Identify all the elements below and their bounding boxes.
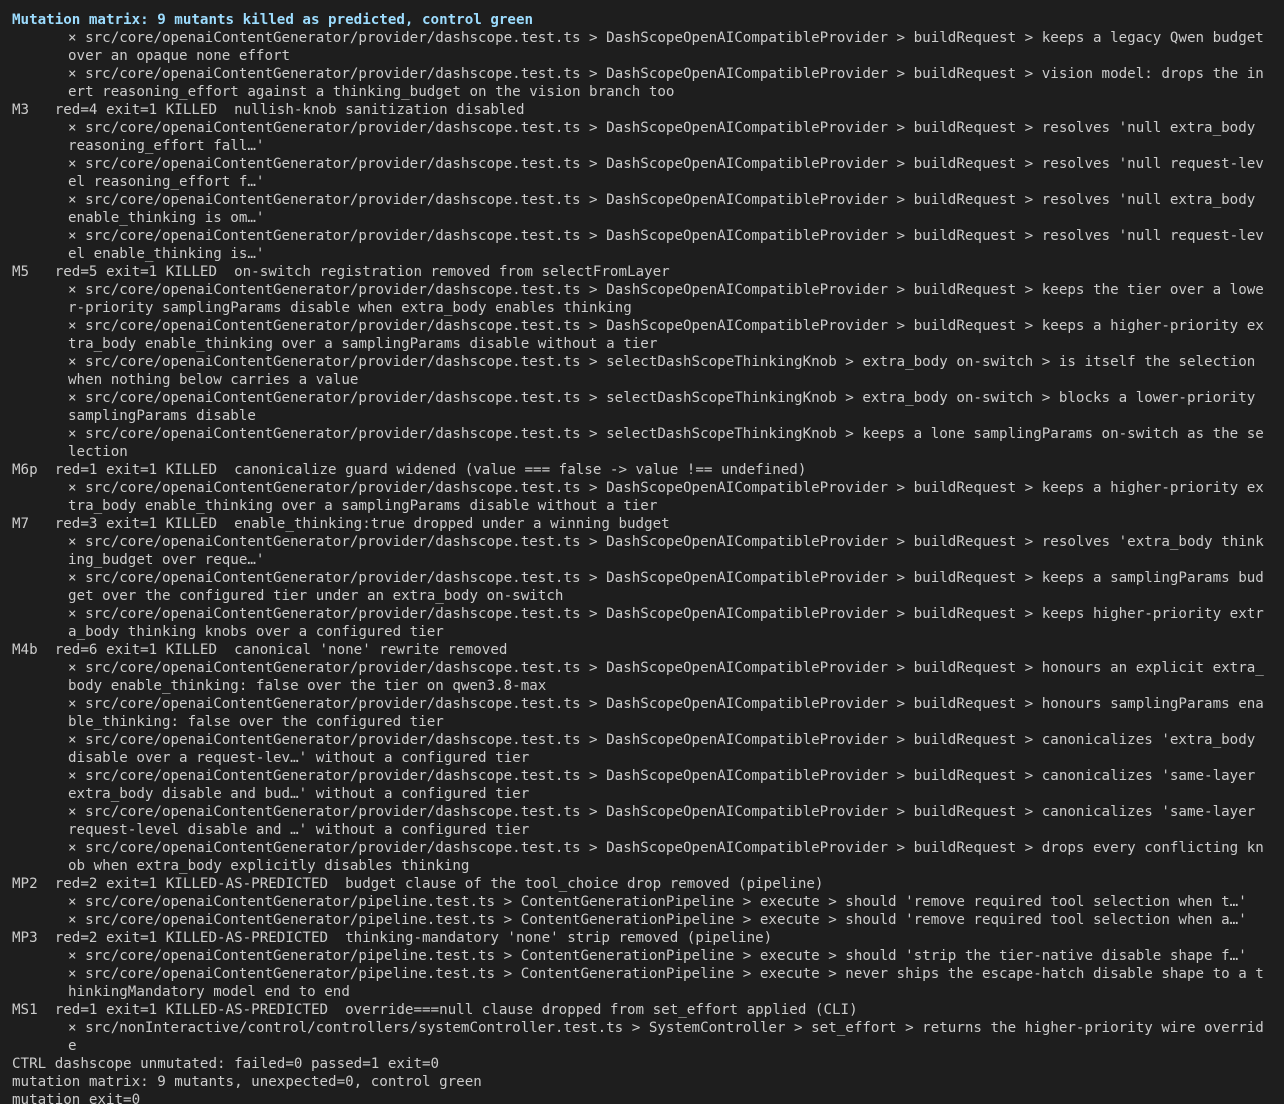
output-heading: Mutation matrix: 9 mutants killed as pre… — [12, 12, 534, 28]
failed-test-line: × src/core/openaiContentGenerator/provid… — [68, 660, 1264, 694]
failed-test-line: × src/core/openaiContentGenerator/pipeli… — [68, 948, 1247, 964]
failed-test-line: × src/core/openaiContentGenerator/provid… — [68, 804, 1264, 838]
summary-line: mutation exit=0 — [12, 1092, 141, 1104]
mutant-result-line: MP3 red=2 exit=1 KILLED-AS-PREDICTED thi… — [12, 930, 773, 946]
failed-test-line: × src/core/openaiContentGenerator/provid… — [68, 30, 1273, 64]
failed-test-line: × src/core/openaiContentGenerator/provid… — [68, 354, 1264, 388]
mutant-result-line: M7 red=3 exit=1 KILLED enable_thinking:t… — [12, 516, 670, 532]
mutant-result-line: M6p red=1 exit=1 KILLED canonicalize gua… — [12, 462, 807, 478]
failed-test-line: × src/core/openaiContentGenerator/provid… — [68, 426, 1264, 460]
failed-test-line: × src/core/openaiContentGenerator/provid… — [68, 66, 1264, 100]
failed-test-line: × src/core/openaiContentGenerator/provid… — [68, 390, 1264, 424]
failed-test-line: × src/core/openaiContentGenerator/provid… — [68, 606, 1264, 640]
mutant-result-line: M4b red=6 exit=1 KILLED canonical 'none'… — [12, 642, 508, 658]
failed-test-line: × src/core/openaiContentGenerator/provid… — [68, 228, 1264, 262]
failed-test-line: × src/core/openaiContentGenerator/provid… — [68, 768, 1264, 802]
failed-test-line: × src/core/openaiContentGenerator/provid… — [68, 192, 1264, 226]
failed-test-line: × src/core/openaiContentGenerator/provid… — [68, 282, 1264, 316]
summary-line: CTRL dashscope unmutated: failed=0 passe… — [12, 1056, 440, 1072]
mutant-result-line: M3 red=4 exit=1 KILLED nullish-knob sani… — [12, 102, 525, 118]
failed-test-line: × src/core/openaiContentGenerator/provid… — [68, 570, 1264, 604]
failed-test-line: × src/core/openaiContentGenerator/provid… — [68, 696, 1264, 730]
failed-test-line: × src/core/openaiContentGenerator/provid… — [68, 480, 1264, 514]
failed-test-line: × src/core/openaiContentGenerator/provid… — [68, 534, 1264, 568]
terminal-output[interactable]: Mutation matrix: 9 mutants killed as pre… — [0, 0, 1284, 1104]
mutant-result-line: MP2 red=2 exit=1 KILLED-AS-PREDICTED bud… — [12, 876, 824, 892]
failed-test-line: × src/core/openaiContentGenerator/provid… — [68, 156, 1264, 190]
failed-test-line: × src/core/openaiContentGenerator/pipeli… — [68, 912, 1247, 928]
mutant-result-line: MS1 red=1 exit=1 KILLED-AS-PREDICTED ove… — [12, 1002, 858, 1018]
failed-test-line: × src/core/openaiContentGenerator/pipeli… — [68, 966, 1264, 1000]
failed-test-line: × src/core/openaiContentGenerator/provid… — [68, 318, 1264, 352]
mutant-result-line: M5 red=5 exit=1 KILLED on-switch registr… — [12, 264, 670, 280]
summary-line: mutation matrix: 9 mutants, unexpected=0… — [12, 1074, 482, 1090]
failed-test-line: × src/core/openaiContentGenerator/provid… — [68, 120, 1264, 154]
failed-test-line: × src/nonInteractive/control/controllers… — [68, 1020, 1264, 1054]
failed-test-line: × src/core/openaiContentGenerator/provid… — [68, 840, 1264, 874]
failed-test-line: × src/core/openaiContentGenerator/pipeli… — [68, 894, 1247, 910]
failed-test-line: × src/core/openaiContentGenerator/provid… — [68, 732, 1264, 766]
